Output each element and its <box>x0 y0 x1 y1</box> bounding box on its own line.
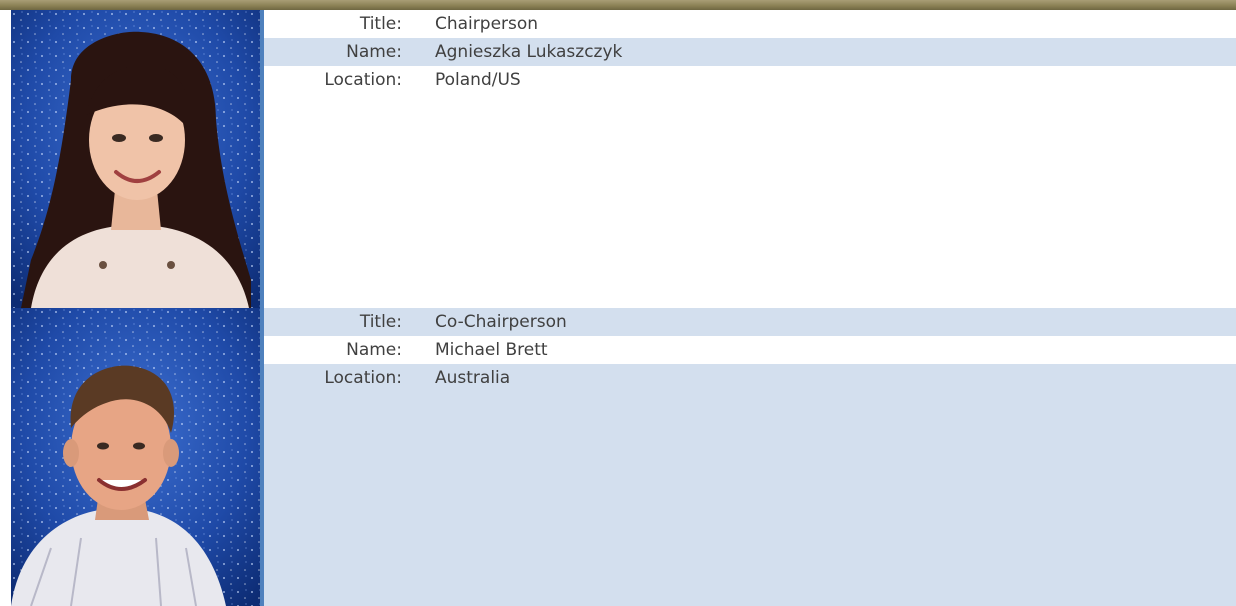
title-value: Chairperson <box>435 14 539 34</box>
profiles-page: Title: Chairperson Name: Agnieszka Lukas… <box>0 0 1236 606</box>
name-label: Name: <box>346 340 402 360</box>
title-label: Title: <box>359 312 402 332</box>
portrait-photo-icon <box>11 308 260 606</box>
name-row: Name: Michael Brett <box>264 336 1236 364</box>
profile-details: Title: Chairperson Name: Agnieszka Lukas… <box>264 10 1236 308</box>
name-row: Name: Agnieszka Lukaszczyk <box>264 38 1236 66</box>
location-value: Poland/US <box>435 70 521 90</box>
name-label: Name: <box>346 42 402 62</box>
name-value: Michael Brett <box>435 340 548 360</box>
location-row: Location: Australia <box>264 364 1236 392</box>
portrait-photo-icon <box>11 10 260 308</box>
title-row: Title: Co-Chairperson <box>264 308 1236 336</box>
profile-card: Title: Chairperson Name: Agnieszka Lukas… <box>0 10 1236 308</box>
profile-card: Title: Co-Chairperson Name: Michael Bret… <box>0 308 1236 606</box>
location-value: Australia <box>435 368 511 388</box>
profile-list: Title: Chairperson Name: Agnieszka Lukas… <box>0 10 1236 606</box>
top-rule <box>0 0 1236 10</box>
location-label: Location: <box>324 368 402 388</box>
name-value: Agnieszka Lukaszczyk <box>435 42 623 62</box>
profile-details: Title: Co-Chairperson Name: Michael Bret… <box>264 308 1236 606</box>
title-row: Title: Chairperson <box>264 10 1236 38</box>
location-row: Location: Poland/US <box>264 66 1236 94</box>
location-label: Location: <box>324 70 402 90</box>
title-value: Co-Chairperson <box>435 312 567 332</box>
title-label: Title: <box>359 14 402 34</box>
